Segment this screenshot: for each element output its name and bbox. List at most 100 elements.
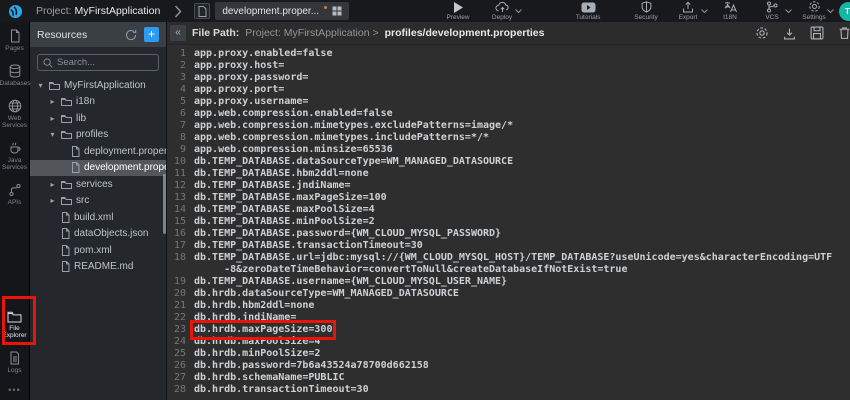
settings-button[interactable]: Settings [797, 1, 831, 21]
search-input[interactable] [57, 57, 153, 68]
chevron-down-icon[interactable] [515, 9, 522, 14]
chevron-down-icon[interactable] [785, 9, 792, 14]
i18n-button[interactable]: I18N [713, 1, 747, 21]
sidebar-item-label: File Explorer [0, 325, 30, 339]
gear-icon [755, 26, 769, 40]
shield-icon [641, 1, 652, 13]
line-text: db.hrdb.maxPoolSize=4 [194, 336, 320, 348]
tree-item[interactable]: lib [30, 110, 166, 127]
coffee-cup-icon [8, 141, 22, 155]
deploy-button[interactable]: Deploy [485, 1, 519, 21]
line-number: 18 [167, 252, 194, 264]
line-text: db.hrdb.password=7b6a43524a78700d662158 [194, 360, 429, 372]
sidebar-item-logs[interactable]: Logs [0, 344, 30, 379]
line-text: db.TEMP_DATABASE.dataSourceType=WM_MANAG… [194, 156, 513, 168]
delete-file-button[interactable] [838, 26, 850, 40]
code-line: 11 db.TEMP_DATABASE.hbm2ddl=none [167, 168, 850, 180]
sidebar-item-databases[interactable]: Databases [0, 57, 30, 92]
line-text: app.web.compression.mimetypes.includePat… [194, 132, 489, 144]
code-line: 6 app.web.compression.enabled=false [167, 108, 850, 120]
line-text: db.hrdb.hbm2ddl=none [194, 300, 314, 312]
code-line: 9 app.web.compression.minsize=65536 [167, 144, 850, 156]
tree-item-label: services [76, 179, 113, 190]
tree-item[interactable]: build.xml [30, 209, 166, 226]
line-text: db.TEMP_DATABASE.hbm2ddl=none [194, 168, 369, 180]
tree-item[interactable]: services [30, 176, 166, 193]
file-icon [71, 146, 80, 157]
line-text: db.TEMP_DATABASE.url=jdbc:mysql://{WM_CL… [194, 252, 832, 264]
tree-item[interactable]: MyFirstApplication [30, 77, 166, 94]
line-text: app.proxy.username= [194, 96, 308, 108]
tree-item-label: MyFirstApplication [64, 80, 146, 91]
log-file-icon [8, 351, 21, 365]
preview-label: Preview [446, 14, 469, 21]
grid-view-icon[interactable] [332, 6, 342, 16]
sidebar-item-apis[interactable]: APIs [0, 176, 30, 211]
export-button[interactable]: Export [671, 1, 705, 21]
tree-item[interactable]: pom.xml [30, 242, 166, 259]
tree-item-label: src [76, 195, 89, 206]
editor-settings-button[interactable] [755, 26, 769, 40]
sidebar-item-pages[interactable]: Pages [0, 22, 30, 57]
tree-scrollbar[interactable] [163, 174, 166, 234]
tree-caret-icon [36, 81, 45, 90]
tab-title: development.proper... [222, 6, 319, 17]
chevron-down-icon[interactable] [827, 9, 834, 14]
rail-overflow-menu[interactable]: ••• [8, 385, 20, 395]
sidebar-item-label: Java Services [0, 157, 30, 171]
tree-item-label: dataObjects.json [74, 228, 149, 239]
save-file-button[interactable] [810, 26, 824, 40]
code-line: 22 db.hrdb.jndiName= [167, 312, 850, 324]
breadcrumb-file: profiles/development.properties [385, 27, 545, 39]
tree-item[interactable]: i18n [30, 94, 166, 111]
export-label: Export [679, 14, 698, 21]
line-text: db.TEMP_DATABASE.maxPoolSize=4 [194, 204, 375, 216]
vcs-button[interactable]: VCS [755, 1, 789, 21]
app-logo[interactable] [0, 4, 30, 19]
tree-caret-icon [48, 114, 57, 123]
chevron-right-icon [174, 5, 182, 18]
tree-caret-icon [48, 130, 57, 139]
vcs-label: VCS [765, 14, 778, 21]
settings-label: Settings [802, 14, 826, 21]
branch-icon [766, 1, 778, 13]
tutorials-button[interactable]: Tutorials [571, 1, 605, 21]
line-number: 15 [167, 216, 194, 228]
tree-item[interactable]: README.md [30, 259, 166, 276]
tree-item[interactable]: deployment.properties [30, 143, 166, 160]
code-area[interactable]: 1 app.proxy.enabled=false 2 app.proxy.ho… [167, 45, 850, 396]
sidebar-item-web-services[interactable]: Web Services [0, 92, 30, 134]
sidebar-item-java-services[interactable]: Java Services [0, 134, 30, 176]
tree-item[interactable]: src [30, 193, 166, 210]
file-tree: MyFirstApplication [30, 77, 166, 275]
line-number: 13 [167, 192, 194, 204]
add-file-button[interactable]: + [144, 27, 159, 42]
line-number: 6 [167, 108, 194, 120]
code-line: 19 db.TEMP_DATABASE.username={WM_CLOUD_M… [167, 276, 850, 288]
code-line: 26 db.hrdb.password=7b6a43524a78700d6621… [167, 360, 850, 372]
line-number: 22 [167, 312, 194, 324]
security-button[interactable]: Security [629, 1, 663, 21]
code-line: 8 app.web.compression.mimetypes.includeP… [167, 132, 850, 144]
databases-icon [8, 64, 22, 78]
code-line: 7 app.web.compression.mimetypes.excludeP… [167, 120, 850, 132]
tree-item[interactable]: development.properties [30, 160, 166, 177]
refresh-icon[interactable] [125, 29, 137, 41]
line-text: db.TEMP_DATABASE.maxPageSize=100 [194, 192, 387, 204]
tree-item[interactable]: dataObjects.json [30, 226, 166, 243]
tree-item[interactable]: profiles [30, 127, 166, 144]
collapse-panel-button[interactable]: « [170, 25, 186, 41]
wavemaker-studio-window: Project: MyFirstApplication development.… [0, 0, 850, 400]
line-text: db.TEMP_DATABASE.jndiName= [194, 180, 351, 192]
preview-button[interactable]: Preview [441, 1, 475, 21]
download-file-button[interactable] [783, 27, 796, 40]
open-file-tab[interactable]: development.proper... [215, 2, 349, 20]
file-tab-doc-button[interactable] [194, 3, 210, 19]
project-title[interactable]: Project: MyFirstApplication [36, 5, 160, 17]
sidebar-item-file-explorer[interactable]: File Explorer [0, 303, 30, 344]
chevron-down-icon[interactable] [701, 9, 708, 14]
line-text: app.proxy.host= [194, 60, 284, 72]
line-number: 7 [167, 120, 194, 132]
user-avatar[interactable]: TI [839, 2, 850, 21]
line-number: 12 [167, 180, 194, 192]
